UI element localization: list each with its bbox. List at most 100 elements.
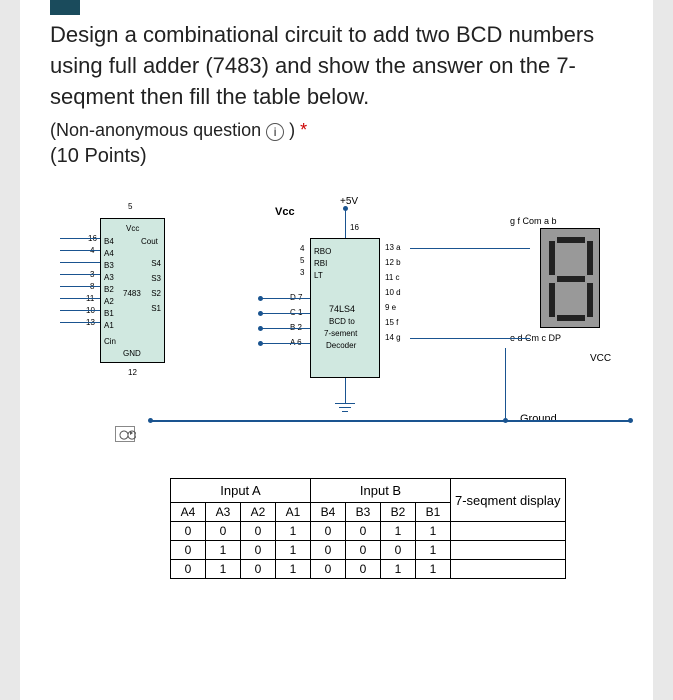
out-13a: 13 a [385,243,401,252]
pin-12-bot: 12 [128,368,137,377]
cell: 1 [206,560,241,579]
seg-e [549,283,555,317]
7sement-label: 7-sement [324,329,357,338]
a4-label: A4 [104,249,114,258]
cell: 0 [311,522,346,541]
ic-74ls47: 74LS4 BCD to 7-sement Decoder RBO RBI LT [310,238,380,378]
wire [260,343,310,344]
corner-accent [50,0,80,15]
col-b4: B4 [311,503,346,522]
cell: 0 [206,522,241,541]
cell: 1 [416,560,451,579]
info-icon[interactable]: i [266,123,284,141]
cell-display [451,522,566,541]
cell: 1 [381,560,416,579]
meta-prefix: (Non-anonymous question [50,120,261,140]
b3-label: B3 [104,261,114,270]
bcd-to-label: BCD to [329,317,355,326]
wire [60,274,100,275]
wire [410,248,530,249]
node [628,418,633,423]
vcc-pin-label: Vcc [126,224,139,233]
node [258,326,263,331]
seg-c [587,283,593,317]
node [148,418,153,423]
node [258,296,263,301]
cell: 1 [381,522,416,541]
cell: 1 [276,541,311,560]
seven-segment-display [540,228,600,328]
lt-label: LT [314,271,323,280]
node [503,418,508,423]
cell: 0 [346,560,381,579]
cell: 0 [171,541,206,560]
wire-gnd [345,378,346,403]
cell: 0 [171,522,206,541]
cell: 0 [311,560,346,579]
vcc-right-label: VCC [590,353,611,364]
cell: 1 [276,560,311,579]
s3-label: S3 [151,274,161,283]
gnd-bar3 [342,411,348,412]
wire [60,310,100,311]
s2-label: S2 [151,289,161,298]
cell-display [451,560,566,579]
header-display: 7-seqment display [451,479,566,522]
cell: 1 [416,541,451,560]
points-label: (10 Points) [50,145,623,168]
plus5v-label: +5V [340,196,358,207]
chip-7483-label: 7483 [123,289,141,298]
question-title: Design a combinational circuit to add tw… [50,20,623,112]
wire [60,286,100,287]
node [258,341,263,346]
col-b2: B2 [381,503,416,522]
loop-icon [115,426,135,442]
seg-d [557,315,585,321]
digit-8 [549,237,593,321]
seg-a [557,237,585,243]
question-meta: (Non-anonymous question i ) * [50,120,623,141]
b4-label: B4 [104,237,114,246]
ic-7483: 7483 Vcc Cout GND B4 A4 B3 A3 B2 A2 B1 A… [100,218,165,363]
col-a3: A3 [206,503,241,522]
wire [60,322,100,323]
cell: 0 [241,541,276,560]
col-b3: B3 [346,503,381,522]
seg-b [587,241,593,275]
rbo-label: RBO [314,247,331,256]
wire [60,262,100,263]
cell: 0 [346,522,381,541]
pin16-decoder: 16 [350,223,359,232]
seg-f [549,241,555,275]
pin4-dec: 4 [300,244,304,253]
s4-label: S4 [151,259,161,268]
truth-table-area: Input A Input B 7-seqment display A4 A3 … [50,478,623,579]
vcc-rail-label: Vcc [275,206,295,218]
node [258,311,263,316]
pin-5-top: 5 [128,202,132,211]
gnd-bar1 [335,403,355,404]
wire [60,250,100,251]
cell: 0 [241,522,276,541]
wire [410,338,530,339]
b1-label: B1 [104,309,114,318]
rbi-label: RBI [314,259,327,268]
meta-suffix: ) [289,120,295,140]
a1-label: A1 [104,321,114,330]
chip-74ls47-label: 74LS4 [329,304,355,314]
cell: 0 [171,560,206,579]
cout-label: Cout [141,237,158,246]
gnd-bar2 [339,407,351,408]
wire [60,238,100,239]
out-10d: 10 d [385,288,401,297]
col-a2: A2 [241,503,276,522]
cell: 0 [241,560,276,579]
out-12b: 12 b [385,258,401,267]
node [343,206,348,211]
out-15f: 15 f [385,318,398,327]
out-14g: 14 g [385,333,401,342]
cell: 0 [381,541,416,560]
wire [60,298,100,299]
gnd-label: GND [123,349,141,358]
wire [260,298,310,299]
